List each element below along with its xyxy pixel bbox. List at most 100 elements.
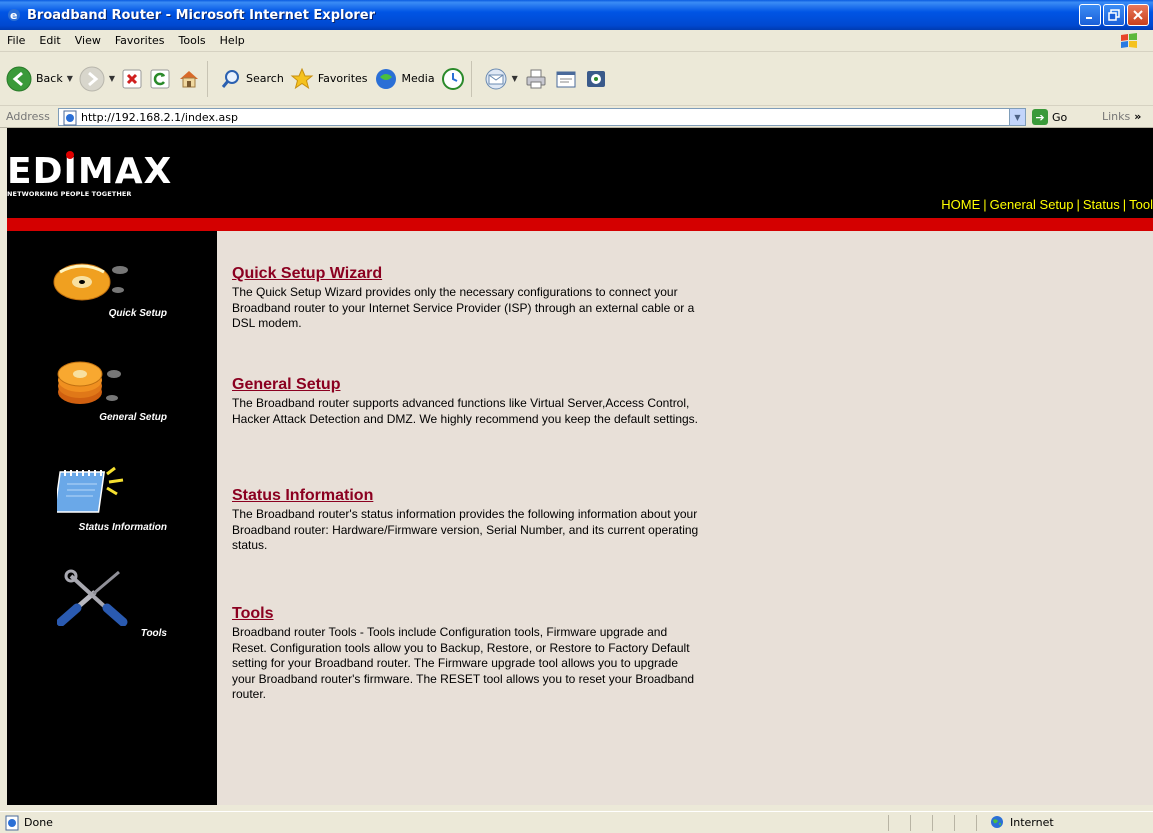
minimize-icon — [1086, 17, 1092, 19]
search-icon — [221, 69, 240, 88]
status-bar: Done Internet — [0, 811, 1153, 833]
close-icon — [1133, 10, 1143, 20]
top-navigation: HOME | General Setup | Status | Tool — [941, 197, 1153, 212]
logo-text: EDIMAX — [7, 151, 173, 192]
edimax-logo: EDIMAX NETWORKING PEOPLE TOGETHER — [7, 151, 173, 198]
forward-dropdown-icon[interactable]: ▼ — [109, 74, 115, 83]
red-divider — [7, 218, 1153, 231]
ie-icon: e — [8, 9, 20, 22]
address-url: http://192.168.2.1/index.asp — [81, 110, 238, 124]
status-notepad-icon — [57, 466, 124, 513]
section-title-link[interactable]: Tools — [232, 605, 702, 623]
refresh-icon — [150, 69, 170, 88]
toolbar: Back ▼ ▼ Search Favorites Media ▼ — [0, 52, 1153, 106]
section-title-link[interactable]: Status Information — [232, 487, 702, 505]
globe-icon — [991, 816, 1003, 828]
nav-tool[interactable]: Tool — [1129, 197, 1153, 212]
quick-setup-disc-icon — [53, 263, 128, 301]
sidebar-item-quick-setup[interactable]: Quick Setup — [7, 256, 217, 326]
forward-button[interactable]: ▼ — [79, 66, 115, 92]
go-button[interactable]: ➔ Go — [1032, 109, 1067, 125]
sidebar: Quick Setup General Setup Status Informa… — [7, 231, 217, 805]
logo-dot — [66, 151, 74, 159]
menu-help[interactable]: Help — [213, 34, 252, 47]
zone-label: Internet — [1010, 815, 1054, 829]
web-page: EDIMAX NETWORKING PEOPLE TOGETHER HOME | G… — [7, 128, 1153, 805]
menu-edit[interactable]: Edit — [32, 34, 67, 47]
status-divider — [932, 815, 933, 831]
sidebar-item-general-setup[interactable]: General Setup — [7, 356, 217, 426]
printer-icon — [526, 69, 546, 88]
media-icon — [375, 68, 396, 89]
status-divider — [910, 815, 911, 831]
status-divider — [976, 815, 977, 831]
chevron-right-icon: » — [1134, 110, 1142, 123]
back-label: Back — [36, 72, 63, 85]
stop-button[interactable] — [121, 68, 143, 90]
media-button[interactable]: Media — [374, 67, 435, 91]
mail-button[interactable]: ▼ — [484, 67, 518, 91]
section-description: The Broadband router's status informatio… — [232, 507, 699, 552]
favorites-button[interactable]: Favorites — [290, 67, 368, 91]
sidebar-item-status-information[interactable]: Status Information — [7, 466, 217, 536]
menu-tools[interactable]: Tools — [172, 34, 213, 47]
section-title-link[interactable]: General Setup — [232, 376, 702, 394]
security-zone[interactable]: Internet — [990, 815, 1054, 829]
links-label: Links — [1102, 110, 1131, 123]
search-button[interactable]: Search — [220, 68, 284, 90]
media-label: Media — [401, 72, 435, 85]
sidebar-label-quick-setup: Quick Setup — [108, 308, 167, 319]
sidebar-label-general-setup: General Setup — [99, 412, 167, 423]
svg-text:e: e — [10, 9, 17, 22]
page-icon — [63, 110, 77, 126]
print-button[interactable] — [524, 67, 548, 91]
section-quick-setup: Quick Setup Wizard The Quick Setup Wizar… — [232, 265, 702, 332]
section-general-setup: General Setup The Broadband router suppo… — [232, 376, 702, 427]
status-divider — [954, 815, 955, 831]
status-divider — [888, 815, 889, 831]
refresh-button[interactable] — [149, 68, 171, 90]
mail-icon — [485, 68, 507, 89]
sidebar-label-status-information: Status Information — [78, 522, 167, 533]
menu-favorites[interactable]: Favorites — [108, 34, 172, 47]
back-dropdown-icon[interactable]: ▼ — [67, 74, 73, 83]
menu-view[interactable]: View — [68, 34, 108, 47]
menu-bar: File Edit View Favorites Tools Help — [0, 30, 1153, 52]
section-description: The Quick Setup Wizard provides only the… — [232, 285, 695, 330]
status-text: Done — [24, 816, 53, 829]
address-label: Address — [6, 110, 50, 123]
toolbar-separator — [470, 60, 472, 97]
minimize-button[interactable] — [1079, 4, 1101, 26]
history-button[interactable] — [441, 67, 465, 91]
sidebar-item-tools[interactable]: Tools — [7, 566, 217, 639]
search-label: Search — [246, 72, 284, 85]
mail-dropdown-icon[interactable]: ▼ — [512, 74, 518, 83]
section-tools: Tools Broadband router Tools - Tools inc… — [232, 605, 702, 703]
section-description: The Broadband router supports advanced f… — [232, 396, 699, 426]
address-input[interactable]: http://192.168.2.1/index.asp ▼ — [58, 108, 1026, 126]
nav-general-setup[interactable]: General Setup — [990, 197, 1074, 212]
home-icon — [180, 70, 199, 87]
section-title-link[interactable]: Quick Setup Wizard — [232, 265, 702, 283]
close-button[interactable] — [1127, 4, 1149, 26]
window-title-bar[interactable]: e Broadband Router - Microsoft Internet … — [0, 0, 1153, 30]
edit-page-icon — [556, 71, 576, 87]
favorites-label: Favorites — [317, 72, 368, 85]
messenger-button[interactable] — [584, 67, 608, 91]
tools-screwdriver-icon — [57, 569, 128, 626]
nav-status[interactable]: Status — [1083, 197, 1120, 212]
back-button[interactable]: Back ▼ — [6, 66, 73, 92]
status-done: Done — [4, 815, 53, 831]
nav-home[interactable]: HOME — [941, 197, 980, 212]
address-dropdown-icon[interactable]: ▼ — [1009, 109, 1025, 125]
messenger-icon — [586, 70, 605, 87]
home-button[interactable] — [177, 67, 201, 91]
toolbar-separator — [207, 60, 209, 97]
page-done-icon — [5, 815, 19, 830]
router-header: EDIMAX NETWORKING PEOPLE TOGETHER HOME | G… — [7, 128, 1153, 218]
back-arrow-icon — [6, 66, 32, 91]
edit-button[interactable] — [554, 67, 578, 91]
links-button[interactable]: Links» — [1102, 110, 1141, 123]
maximize-button[interactable] — [1103, 4, 1125, 26]
menu-file[interactable]: File — [0, 34, 32, 47]
